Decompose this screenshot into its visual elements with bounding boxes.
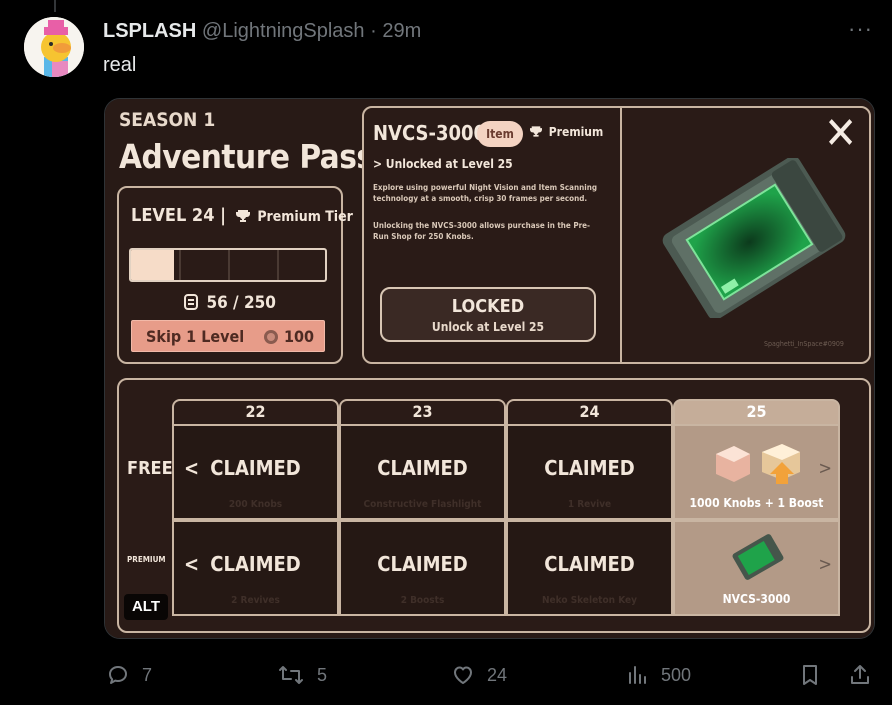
- bar-segment: [228, 250, 230, 280]
- level-header: 22: [172, 399, 339, 424]
- level-header: 24: [506, 399, 673, 424]
- view-count: 500: [661, 664, 692, 685]
- claimed-label: CLAIMED: [544, 552, 635, 576]
- skip-cost-value: 100: [283, 327, 314, 346]
- game-screenshot: SEASON 1 Adventure Pass LEVEL 24 | Premi…: [105, 99, 874, 638]
- tweet-text: real: [103, 54, 137, 76]
- reward-ghost-label: 1 Revive: [567, 499, 612, 510]
- skip-level-label: Skip 1 Level: [146, 327, 245, 346]
- trophy-icon: [235, 210, 250, 222]
- claimed-label: CLAIMED: [210, 456, 301, 480]
- xp-icon: [184, 294, 199, 310]
- user-handle[interactable]: @LightningSplash: [202, 20, 365, 42]
- separator-dot: ·: [370, 20, 377, 42]
- level-label: LEVEL 24 | Premium Tier: [131, 205, 353, 226]
- nvcs-device-small-icon: [732, 534, 784, 580]
- share-icon: [851, 665, 869, 684]
- repost-icon: [279, 666, 303, 684]
- level-progress-bar: [129, 248, 327, 282]
- repost-count: 5: [317, 664, 328, 685]
- analytics-icon: [629, 666, 646, 684]
- pass-title: Adventure Pass: [119, 137, 374, 176]
- reply-button[interactable]: 7: [106, 663, 152, 687]
- display-name[interactable]: LSPLASH: [103, 20, 196, 42]
- like-count: 24: [487, 664, 508, 685]
- trophy-icon: [530, 126, 542, 137]
- bookmark-button[interactable]: [798, 663, 834, 687]
- close-icon[interactable]: ✕: [824, 112, 857, 156]
- views-button[interactable]: 500: [625, 663, 691, 687]
- item-name: NVCS-3000: [373, 121, 487, 145]
- next-arrow-icon[interactable]: >: [818, 458, 832, 479]
- reward-cell-premium-current[interactable]: > NVCS-3000: [673, 520, 840, 616]
- skip-cost: 100: [263, 327, 314, 346]
- reply-icon: [109, 666, 127, 684]
- reward-ghost-label: 200 Knobs: [228, 499, 283, 510]
- like-button[interactable]: 24: [451, 663, 507, 687]
- knob-coin-icon: [263, 330, 278, 344]
- knobs-boost-icon: [716, 444, 800, 484]
- season-label: SEASON 1: [119, 109, 216, 131]
- avatar[interactable]: [24, 17, 84, 77]
- reward-cell-premium[interactable]: CLAIMED 2 Boosts: [339, 520, 506, 616]
- item-purchase-note: Unlocking the NVCS-3000 allows purchase …: [373, 221, 591, 241]
- more-options-icon[interactable]: ···: [848, 18, 874, 42]
- reward-ghost-label: Constructive Flashlight: [363, 499, 482, 510]
- item-type-pill: Item: [477, 121, 523, 147]
- reply-count: 7: [142, 664, 153, 685]
- next-arrow-icon[interactable]: >: [818, 554, 832, 575]
- reward-ghost-label: 2 Revives: [231, 595, 280, 606]
- locked-title: LOCKED: [451, 296, 525, 317]
- xp-value: 56 / 250: [206, 293, 276, 313]
- tweet-header: LSPLASH @LightningSplash · 29m: [103, 20, 421, 43]
- reward-cell-free[interactable]: < CLAIMED 200 Knobs: [172, 424, 339, 520]
- premium-row-label: PREMIUM: [127, 555, 166, 564]
- claimed-label: CLAIMED: [377, 552, 468, 576]
- item-unlock-level: > Unlocked at Level 25: [373, 157, 513, 171]
- claimed-label: CLAIMED: [210, 552, 301, 576]
- skip-level-button[interactable]: Skip 1 Level 100: [131, 320, 325, 352]
- premium-text: Premium: [548, 125, 604, 139]
- xp-counter: 56 / 250: [119, 293, 341, 313]
- reward-label: NVCS-3000: [722, 592, 791, 606]
- tweet-media-image[interactable]: SEASON 1 Adventure Pass LEVEL 24 | Premi…: [104, 98, 875, 639]
- tweet-actions-bar: 7 5 24 500: [0, 655, 892, 695]
- reward-cell-premium[interactable]: < CLAIMED 2 Revives: [172, 520, 339, 616]
- level-header-current: 25: [673, 399, 840, 424]
- tier-label: Premium Tier: [257, 209, 353, 225]
- reward-cell-free[interactable]: CLAIMED Constructive Flashlight: [339, 424, 506, 520]
- reward-cell-free-current[interactable]: > 1000 Knobs + 1 Boost: [673, 424, 840, 520]
- level-panel: LEVEL 24 | Premium Tier 56 / 250 Skip 1 …: [117, 186, 353, 364]
- repost-button[interactable]: 5: [277, 663, 327, 687]
- reward-cell-free[interactable]: CLAIMED 1 Revive: [506, 424, 673, 520]
- item-description: Explore using powerful Night Vision and …: [373, 183, 597, 203]
- locked-subtitle: Unlock at Level 25: [431, 320, 545, 334]
- level-number: LEVEL 24 |: [131, 205, 227, 226]
- progress-fill: [131, 250, 174, 280]
- reward-ghost-label: 2 Boosts: [400, 595, 445, 606]
- bar-segment: [179, 250, 181, 280]
- reward-ghost-label: Neko Skeleton Key: [542, 595, 637, 606]
- duck-avatar-icon: [24, 17, 84, 77]
- locked-button[interactable]: LOCKED Unlock at Level 25: [380, 287, 596, 342]
- heart-icon: [454, 666, 472, 684]
- rewards-track: FREE PREMIUM 22 23 24 25 < CLAIMED 200 K…: [117, 378, 871, 633]
- level-header: 23: [339, 399, 506, 424]
- reward-cell-premium[interactable]: CLAIMED Neko Skeleton Key: [506, 520, 673, 616]
- bookmark-icon: [803, 665, 817, 685]
- claimed-label: CLAIMED: [377, 456, 468, 480]
- claimed-label: CLAIMED: [544, 456, 635, 480]
- reward-label: 1000 Knobs + 1 Boost: [689, 496, 824, 510]
- nvcs-device-icon: [662, 158, 846, 318]
- watermark: Spaghetti_InSpace#0909: [764, 340, 844, 348]
- alt-text-badge[interactable]: ALT: [124, 594, 168, 620]
- thread-connector: [54, 0, 56, 12]
- share-button[interactable]: [848, 663, 884, 687]
- timestamp[interactable]: 29m: [382, 20, 421, 42]
- free-row-label: FREE: [127, 458, 173, 479]
- panel-divider: [620, 108, 622, 362]
- bar-segment: [277, 250, 279, 280]
- item-premium-label: Premium: [530, 125, 603, 139]
- item-detail-panel: NVCS-3000 Item Premium > Unlocked at Lev…: [362, 106, 871, 364]
